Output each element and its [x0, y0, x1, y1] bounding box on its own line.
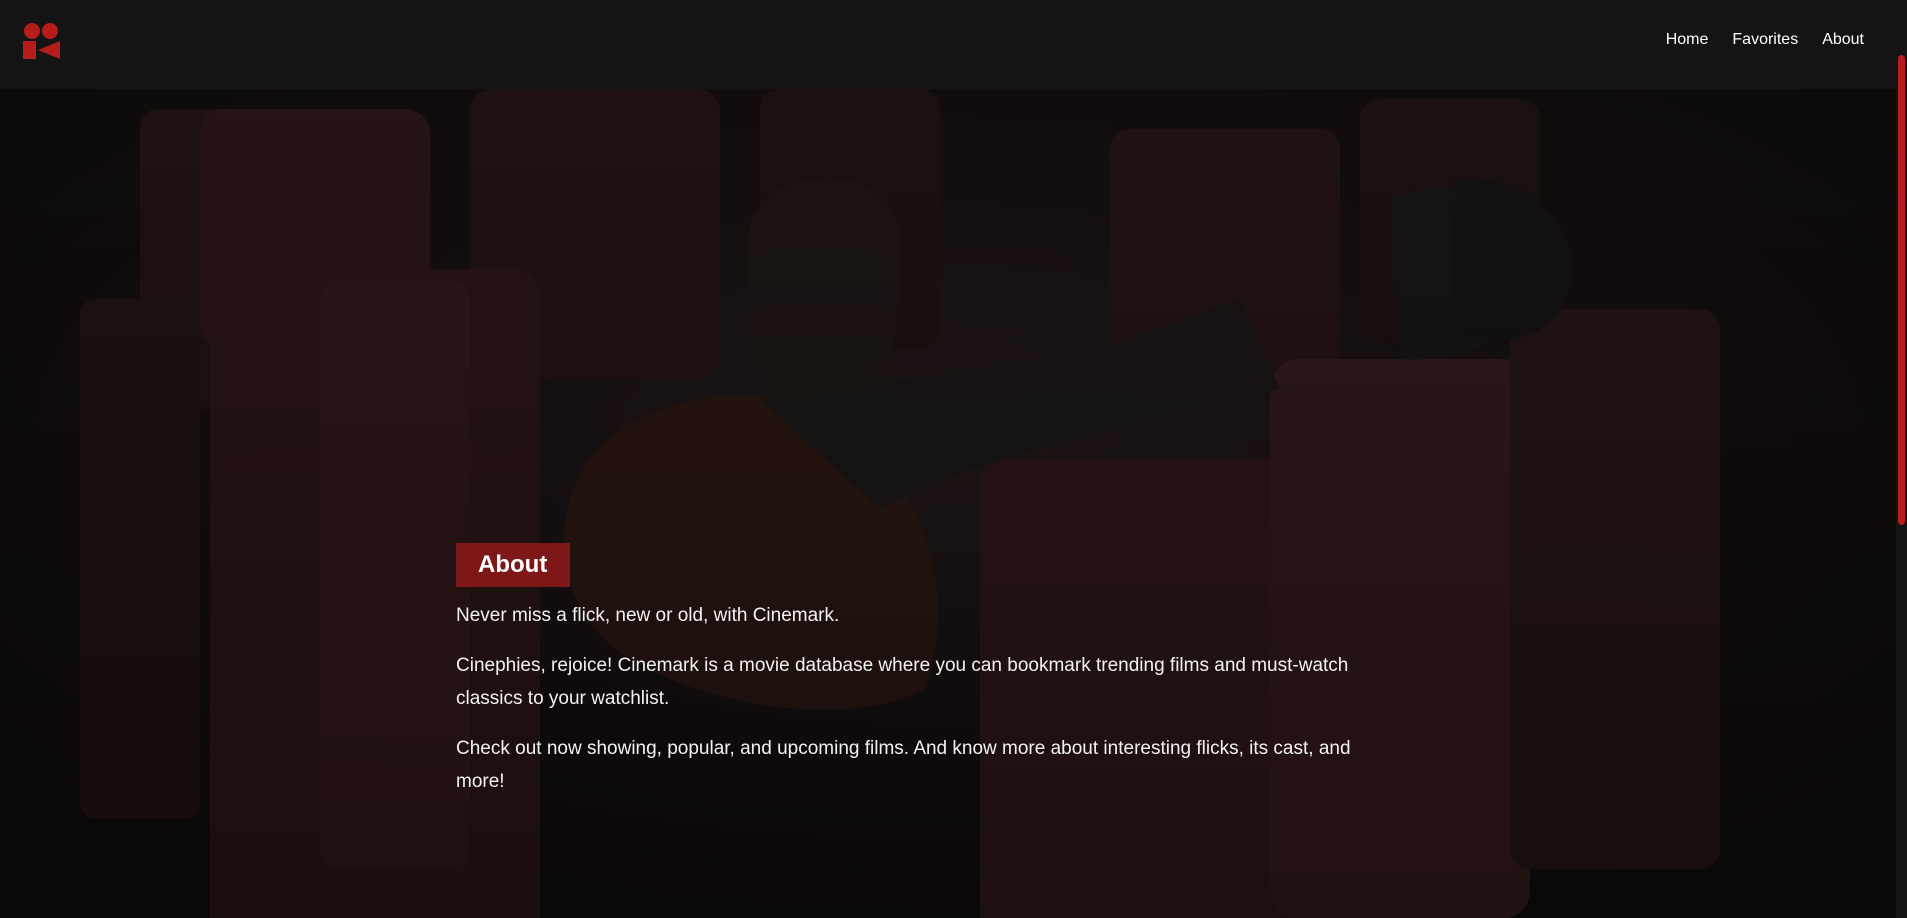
top-navbar: Home Favorites About — [0, 0, 1907, 89]
nav-home-link[interactable]: Home — [1666, 30, 1709, 50]
scrollbar-thumb[interactable] — [1898, 55, 1905, 525]
about-content: About Never miss a flick, new or old, wi… — [456, 543, 1396, 815]
about-hero: About Never miss a flick, new or old, wi… — [0, 89, 1896, 918]
about-paragraph-3: Check out now showing, popular, and upco… — [456, 738, 1351, 792]
nav-about-link[interactable]: About — [1822, 30, 1864, 50]
logo-icon[interactable] — [22, 21, 62, 61]
vertical-scrollbar[interactable] — [1896, 0, 1907, 918]
about-paragraph-1: Never miss a flick, new or old, with Cin… — [456, 605, 840, 626]
about-page: Home Favorites About About Never miss a … — [0, 0, 1907, 918]
nav-favorites-link[interactable]: Favorites — [1732, 30, 1798, 50]
about-heading: About — [456, 543, 571, 587]
about-paragraph-2: Cinephies, rejoice! Cinemark is a movie … — [456, 655, 1349, 709]
main-navigation: Home Favorites About — [1666, 30, 1864, 50]
